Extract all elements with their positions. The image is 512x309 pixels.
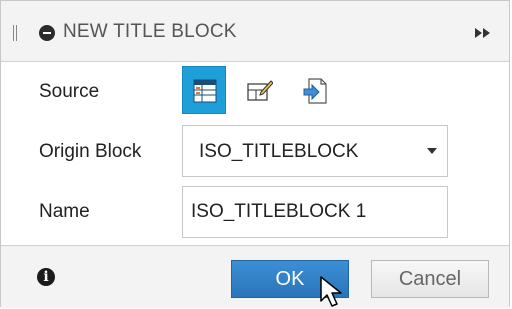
- import-file-icon: [303, 78, 327, 104]
- dialog-title: NEW TITLE BLOCK: [63, 21, 237, 42]
- drag-handle-icon[interactable]: [13, 25, 17, 41]
- double-chevron-right-icon[interactable]: [474, 26, 494, 40]
- source-option-edit-block[interactable]: [237, 66, 281, 114]
- origin-block-select[interactable]: ISO_TITLEBLOCK: [182, 125, 448, 177]
- name-input[interactable]: [182, 186, 448, 238]
- dialog-footer: i OK Cancel: [1, 245, 509, 308]
- cancel-button[interactable]: Cancel: [371, 260, 489, 298]
- name-label: Name: [39, 201, 90, 222]
- dialog-titlebar[interactable]: NEW TITLE BLOCK: [1, 1, 509, 62]
- info-icon[interactable]: i: [37, 268, 55, 286]
- source-label: Source: [39, 81, 100, 102]
- chevron-down-icon[interactable]: [427, 148, 437, 154]
- mouse-cursor-icon: [320, 276, 342, 307]
- table-icon: [193, 79, 217, 103]
- source-option-import-file[interactable]: [293, 66, 337, 114]
- origin-block-value: ISO_TITLEBLOCK: [199, 141, 359, 162]
- origin-block-label: Origin Block: [39, 141, 142, 162]
- source-option-table[interactable]: [182, 66, 226, 114]
- minus-circle-icon[interactable]: [39, 25, 55, 41]
- edit-block-icon: [247, 80, 273, 101]
- new-title-block-dialog: NEW TITLE BLOCK Source Origin Block ISO_…: [0, 0, 510, 308]
